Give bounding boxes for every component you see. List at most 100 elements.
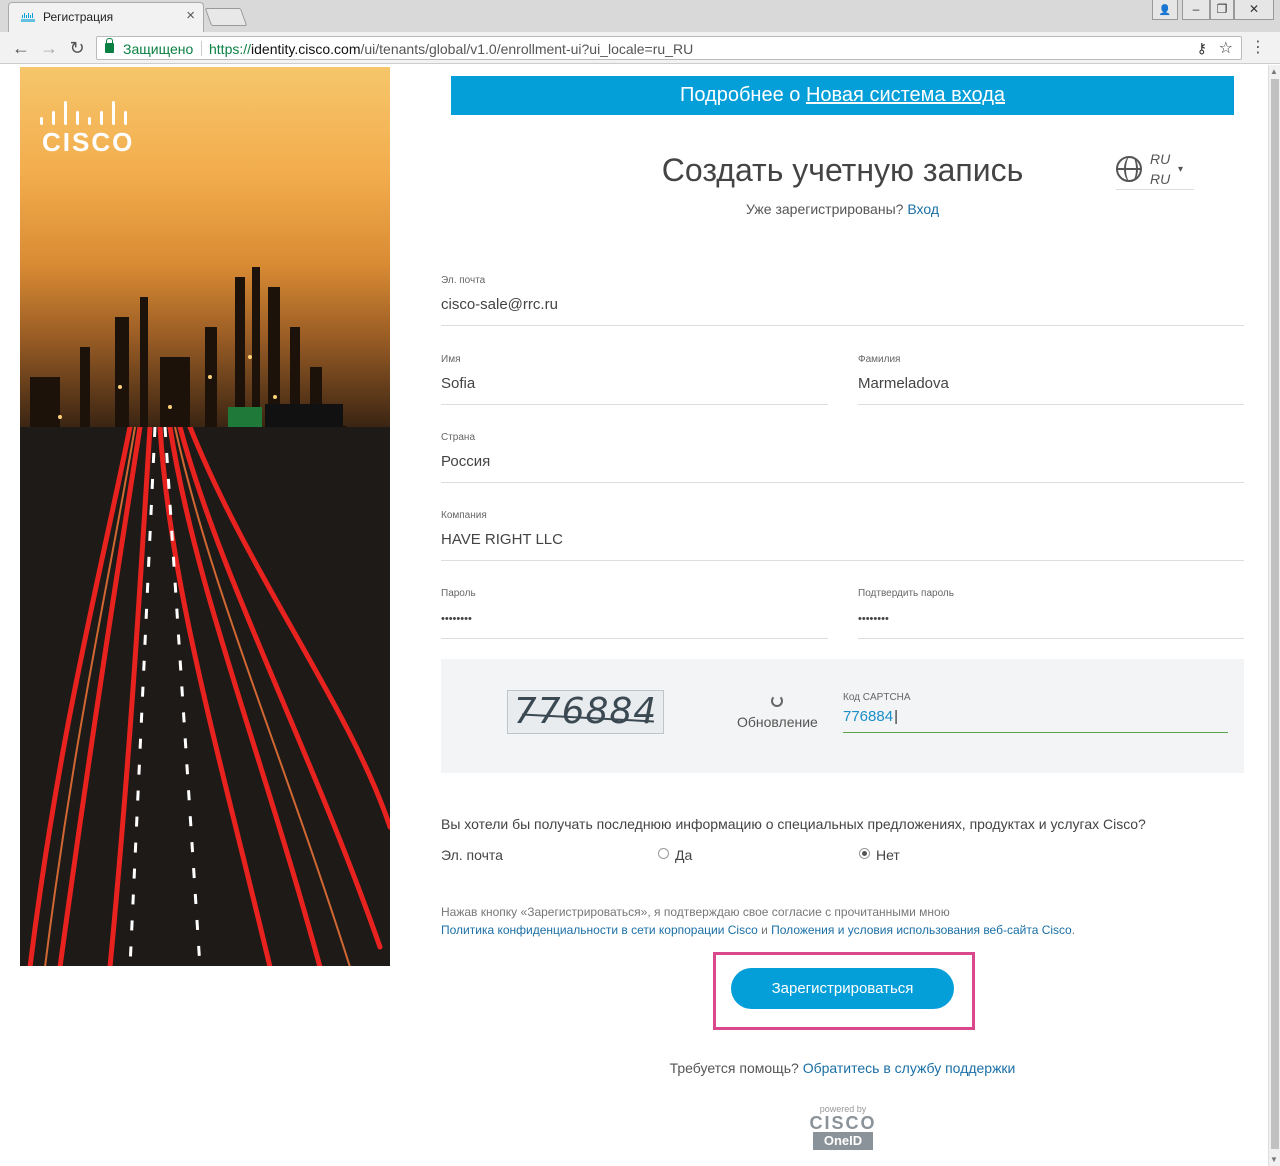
confirm-password-input[interactable]: ••••••••	[858, 613, 889, 625]
scroll-up-icon[interactable]: ▲	[1270, 67, 1278, 76]
terms-link[interactable]: Положения и условия использования веб-са…	[771, 923, 1072, 937]
login-link[interactable]: Вход	[907, 201, 939, 217]
captcha-field[interactable]: Код CAPTCHA 776884	[843, 687, 1228, 733]
support-link[interactable]: Обратитесь в службу поддержки	[803, 1060, 1016, 1076]
cisco-bars-icon	[40, 101, 127, 125]
radio-no-circle[interactable]	[859, 848, 870, 859]
highway-light-trails	[20, 427, 390, 966]
browser-tabstrip: Регистрация × 👤 – ❐ ✕	[0, 0, 1280, 32]
password-field[interactable]: Пароль ••••••••	[441, 588, 828, 639]
forward-arrow-icon[interactable]: →	[38, 37, 60, 59]
register-button[interactable]: Зарегистрироваться	[731, 968, 954, 1009]
field-underline	[441, 560, 1244, 561]
field-underline	[858, 404, 1244, 405]
radio-no-label[interactable]: Нет	[876, 847, 900, 863]
marketing-question: Вы хотели бы получать последнюю информац…	[441, 816, 1146, 832]
address-bar[interactable]: Защищено https://identity.cisco.com/ui/t…	[96, 36, 1242, 60]
footer-cisco-wordmark: CISCO	[809, 1113, 877, 1133]
field-underline	[858, 638, 1244, 639]
cisco-logo: CISCO	[40, 101, 134, 158]
consent-statement: Нажав кнопку «Зарегистрироваться», я под…	[441, 905, 950, 919]
already-registered-text: Уже зарегистрированы?	[746, 201, 908, 217]
field-underline	[441, 404, 828, 405]
restore-icon: ❐	[1216, 2, 1228, 16]
help-text: Требуется помощь? Обратитесь в службу по…	[451, 1060, 1234, 1076]
close-window-button[interactable]: ✕	[1234, 0, 1274, 20]
captcha-input[interactable]: 776884	[843, 708, 898, 725]
new-login-banner: Подробнее о Новая система входа	[451, 76, 1234, 115]
captcha-label: Код CAPTCHA	[843, 692, 911, 703]
banner-link[interactable]: Новая система входа	[806, 84, 1005, 106]
radio-yes-label[interactable]: Да	[675, 847, 692, 863]
cisco-wordmark: CISCO	[42, 127, 135, 157]
hero-image: CISCO	[20, 67, 390, 966]
minimize-button[interactable]: –	[1182, 0, 1210, 20]
tab-close-icon[interactable]: ×	[186, 8, 195, 24]
powered-by-logo: powered by CISCO OneID	[808, 1104, 878, 1150]
tab-title: Регистрация	[43, 10, 114, 24]
confirm-password-field[interactable]: Подтвердить пароль ••••••••	[858, 588, 1244, 639]
maximize-button[interactable]: ❐	[1210, 0, 1234, 20]
field-underline	[441, 325, 1244, 326]
lock-icon	[105, 38, 114, 53]
already-registered: Уже зарегистрированы? Вход	[451, 201, 1234, 217]
field-underline	[441, 482, 1244, 483]
key-icon[interactable]: ⚷	[1197, 40, 1207, 57]
page-scrollbar[interactable]: ▲ ▼	[1268, 65, 1280, 1166]
chevron-down-icon: ▾	[1178, 164, 1184, 175]
language-selector[interactable]: RU RU ▾	[1116, 150, 1194, 190]
email-label: Эл. почта	[441, 275, 486, 286]
password-input[interactable]: ••••••••	[441, 613, 472, 625]
page-viewport: CISCO Подробнее о Новая система входа Со…	[0, 65, 1268, 1166]
first-name-input[interactable]: Sofia	[441, 375, 475, 392]
bookmark-star-icon[interactable]: ☆	[1219, 38, 1233, 58]
back-arrow-icon[interactable]: ←	[10, 37, 32, 59]
country-label: Страна	[441, 432, 476, 443]
secure-label: Защищено	[123, 41, 194, 57]
help-question: Требуется помощь?	[669, 1060, 803, 1076]
cisco-favicon-icon	[21, 12, 35, 22]
locale-code: RU	[1150, 171, 1171, 187]
company-input[interactable]: HAVE RIGHT LLC	[441, 531, 563, 548]
refresh-icon[interactable]	[771, 695, 783, 707]
last-name-field[interactable]: Фамилия Marmeladova	[858, 354, 1244, 405]
first-name-field[interactable]: Имя Sofia	[441, 354, 828, 405]
profile-button[interactable]: 👤	[1152, 0, 1178, 20]
captcha-refresh-button[interactable]: Обновление	[737, 714, 818, 730]
minimize-icon: –	[1192, 2, 1200, 16]
field-underline	[441, 638, 828, 639]
email-input[interactable]: cisco-sale@rrc.ru	[441, 296, 558, 313]
country-select[interactable]: Россия	[441, 453, 490, 470]
url-text[interactable]: https://identity.cisco.com/ui/tenants/gl…	[209, 41, 693, 57]
confirm-password-label: Подтвердить пароль	[858, 588, 954, 599]
consent-text: Нажав кнопку «Зарегистрироваться», я под…	[441, 905, 1076, 937]
reload-icon[interactable]: ↻	[66, 37, 88, 59]
banner-text: Подробнее о	[680, 84, 806, 106]
last-name-input[interactable]: Marmeladova	[858, 375, 949, 392]
oneid-badge: OneID	[813, 1132, 873, 1150]
company-field[interactable]: Компания HAVE RIGHT LLC	[441, 510, 1244, 561]
country-field[interactable]: Страна Россия	[441, 432, 1244, 483]
last-name-label: Фамилия	[858, 354, 901, 365]
browser-menu-icon[interactable]: ⋮	[1250, 37, 1266, 57]
captcha-panel: 776884 Обновление Код CAPTCHA 776884	[441, 659, 1244, 773]
address-separator	[201, 41, 202, 56]
company-label: Компания	[441, 510, 487, 521]
privacy-policy-link[interactable]: Политика конфиденциальности в сети корпо…	[441, 923, 758, 937]
field-underline	[843, 732, 1228, 733]
radio-yes-circle[interactable]	[658, 848, 669, 859]
globe-icon	[1116, 156, 1142, 182]
user-icon: 👤	[1158, 5, 1172, 16]
scrollbar-thumb[interactable]	[1271, 79, 1279, 1149]
email-preference-label: Эл. почта	[441, 847, 503, 863]
password-label: Пароль	[441, 588, 476, 599]
browser-toolbar: ← → ↻ Защищено https://identity.cisco.co…	[0, 32, 1280, 64]
first-name-label: Имя	[441, 354, 461, 365]
language-code: RU	[1150, 151, 1171, 167]
close-icon: ✕	[1248, 2, 1260, 16]
captcha-image: 776884	[507, 690, 664, 734]
browser-tab[interactable]: Регистрация ×	[8, 2, 204, 32]
scroll-down-icon[interactable]: ▼	[1270, 1155, 1278, 1164]
email-field[interactable]: Эл. почта cisco-sale@rrc.ru	[441, 275, 1244, 326]
new-tab-button[interactable]	[204, 8, 248, 26]
